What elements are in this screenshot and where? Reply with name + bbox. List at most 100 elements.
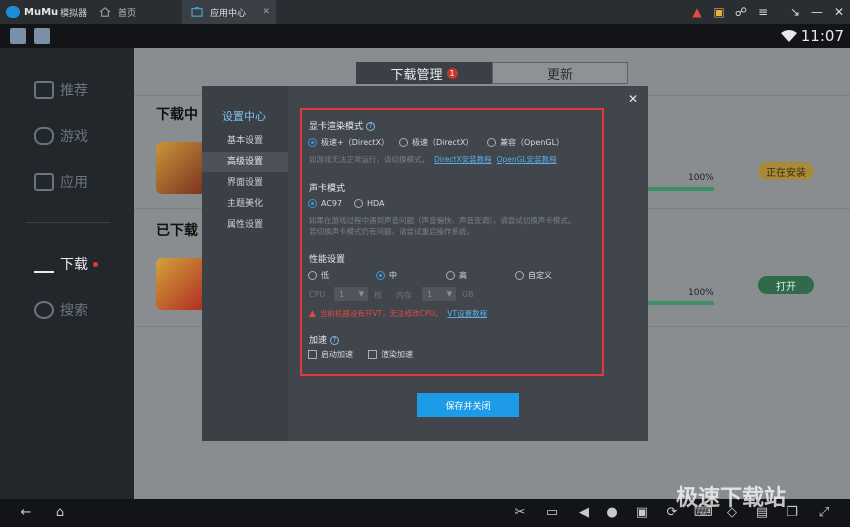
nav-search-label: 搜索 [60,303,88,319]
chevron-down-icon: ▼ [358,290,364,298]
volume-icon[interactable]: ◀ [576,506,592,520]
perf-option-mid[interactable]: 中 [376,270,397,281]
scissors-icon[interactable]: ✂ [512,506,528,520]
app-center-icon [191,7,203,17]
menu-theme[interactable]: 主题美化 [202,194,288,214]
menu-advanced-settings[interactable]: 高级设置 [202,152,288,172]
mumu-logo-icon [6,6,20,18]
sound-option-hda[interactable]: HDA [354,199,385,208]
sound-option-ac97[interactable]: AC97 [308,199,342,208]
multi-window-icon[interactable]: ❐ [784,506,800,520]
home-icon [99,7,111,17]
app-store-icon-2 [34,28,50,44]
search-icon [34,301,54,319]
gpu-mode-label: 显卡渲染模式 [309,122,364,132]
nav-search[interactable]: 搜索 [34,300,88,320]
left-nav: 推荐 游戏 应用 下载 搜索 [0,48,134,499]
apps-icon [34,173,54,191]
close-window-icon[interactable]: ✕ [828,5,850,19]
nav-download[interactable]: 下载 [34,254,98,274]
warning-icon: ▲ [309,308,316,319]
perf-option-high[interactable]: 高 [446,270,467,281]
gpu-hint-text: 如游戏无法正常运行，请切换模式。 [309,155,429,164]
cpu-unit: 核 [374,291,382,300]
menu-property-settings[interactable]: 属性设置 [202,215,288,235]
android-status-bar: 11:07 [0,24,850,48]
radio-icon [308,271,317,280]
memory-select[interactable]: 1 ▼ [422,287,456,301]
screenshot-icon[interactable]: ▣ [634,506,650,520]
radio-icon [487,138,496,147]
chevron-down-icon: ▼ [446,290,452,298]
user-settings-icon[interactable]: ☍ [730,5,752,19]
save-and-close-button[interactable]: 保存并关闭 [417,393,519,417]
shrink-icon[interactable]: ↘ [784,5,806,19]
open-button[interactable]: 打开 [758,276,814,294]
menu-interface-settings[interactable]: 界面设置 [202,173,288,193]
directx-tutorial-link[interactable]: DirectX安装教程 [434,155,492,164]
section-downloaded: 已下载 [156,223,198,239]
radio-icon [308,199,317,208]
nav-games[interactable]: 游戏 [34,126,88,146]
opengl-tutorial-link[interactable]: OpenGL安装教程 [497,155,557,164]
fullscreen-icon[interactable]: ⤢ [816,506,832,520]
sound-mode-title: 声卡模式 [309,184,346,194]
app-logo: MuMu 模拟器 [0,0,90,24]
sound-option-label: AC97 [321,199,343,208]
tab-close-icon[interactable]: ✕ [262,7,270,17]
nav-download-label: 下载 [60,257,88,273]
tab-home[interactable]: 首页 [90,0,182,24]
progress-text: 100% [688,288,714,298]
download-count-badge: 1 [446,67,458,79]
close-icon[interactable]: ✕ [628,92,638,106]
home-icon[interactable]: ⌂ [52,506,68,520]
perf-option-custom[interactable]: 自定义 [515,270,552,281]
nav-recommend[interactable]: 推荐 [34,80,88,100]
location-icon[interactable]: ● [604,506,620,520]
warning-icon[interactable]: ▲ [686,5,708,19]
tab-download-manager[interactable]: 下载管理 1 [356,62,492,84]
checkbox-icon [308,350,317,359]
help-icon[interactable]: ? [330,336,340,345]
tab-app-center[interactable]: 应用中心 ✕ [182,0,276,24]
app-name: MuMu [24,6,59,18]
memory-unit: GB [462,290,474,299]
menu-basic-settings[interactable]: 基本设置 [202,131,288,151]
sound-option-label: HDA [367,199,385,208]
app-suffix: 模拟器 [60,8,88,19]
gpu-option-fast[interactable]: 极速（DirectX） [399,137,473,148]
boot-accel-checkbox[interactable]: 启动加速 [308,349,353,360]
checkbox-icon [368,350,377,359]
nav-divider [26,222,110,223]
perf-option-label: 高 [459,271,467,280]
section-downloading: 下载中 [156,107,198,123]
gpu-option-compat[interactable]: 兼容（OpenGL） [487,137,564,148]
window-controls: ▲ ▣ ☍ ≡ ↘ — ✕ [686,0,850,24]
tab-update[interactable]: 更新 [492,62,628,84]
notification-dot [93,261,98,267]
gpu-option-label: 兼容（OpenGL） [500,138,565,147]
render-accel-checkbox[interactable]: 渲染加速 [368,349,413,360]
help-icon[interactable]: ? [366,122,376,131]
cpu-select[interactable]: 1 ▼ [334,287,368,301]
perf-option-label: 中 [389,271,397,280]
cpu-label: CPU [309,290,326,299]
installing-button[interactable]: 正在安装 [758,162,814,180]
menu-icon[interactable]: ≡ [752,5,774,19]
tab-app-center-label: 应用中心 [210,8,247,19]
gpu-option-label: 极速（DirectX） [412,138,474,147]
folder-icon[interactable]: ▭ [544,506,560,520]
perf-option-label: 自定义 [528,271,552,280]
vt-tutorial-link[interactable]: VT设置教程 [447,308,487,319]
perf-option-low[interactable]: 低 [308,270,329,281]
gpu-option-fast-plus[interactable]: 极速+（DirectX） [308,137,389,148]
back-icon[interactable]: ← [18,506,34,520]
minimize-icon[interactable]: — [806,5,828,19]
tab-home-label: 首页 [118,8,137,19]
gift-icon[interactable]: ▣ [708,5,730,19]
app-icon [156,142,206,194]
nav-apps[interactable]: 应用 [34,172,88,192]
progress-bar [644,301,714,305]
accel-label: 加速 [309,336,328,346]
tab-download-label: 下载管理 [390,67,443,83]
